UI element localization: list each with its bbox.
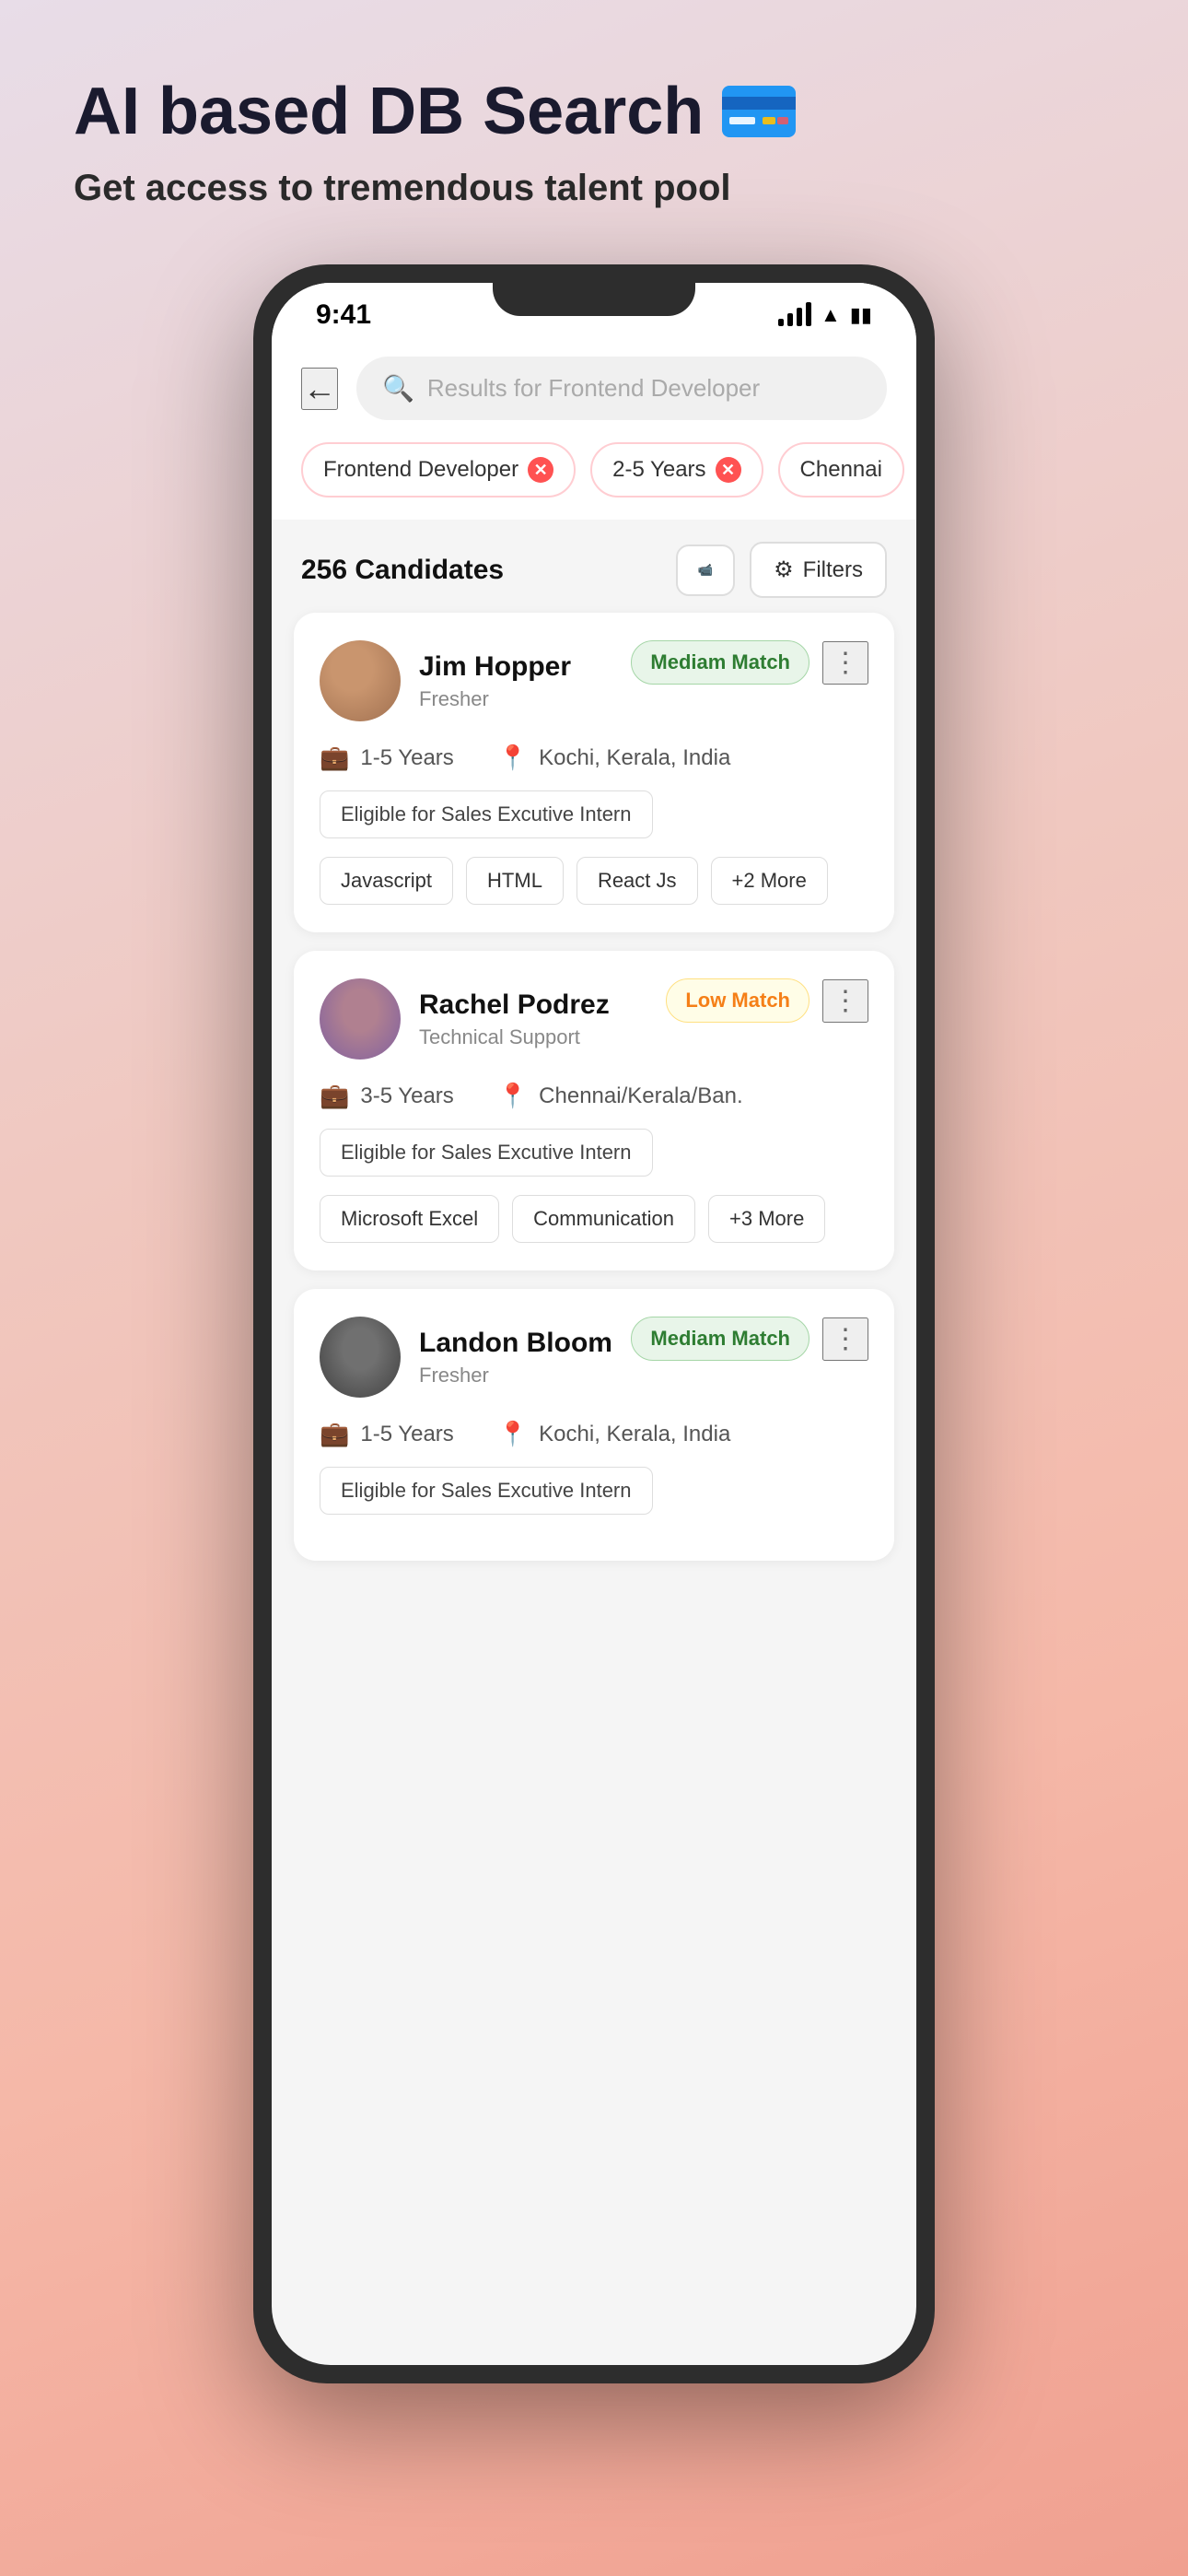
search-header: ← 🔍 Results for Frontend Developer bbox=[272, 338, 916, 442]
skills-row: Microsoft Excel Communication +3 More bbox=[320, 1195, 868, 1243]
location-text: Kochi, Kerala, India bbox=[539, 1422, 730, 1447]
avatar bbox=[320, 1317, 401, 1398]
briefcase-icon: 💼 bbox=[320, 1082, 349, 1110]
chip-close-icon[interactable]: ✕ bbox=[716, 457, 741, 483]
location-text: Chennai/Kerala/Ban. bbox=[539, 1083, 742, 1109]
experience-detail: 💼 1-5 Years bbox=[320, 744, 454, 772]
cards-container: Jim Hopper Fresher Mediam Match ⋮ 💼 1-5 … bbox=[272, 613, 916, 1598]
candidate-role: Fresher bbox=[419, 1364, 612, 1388]
wifi-icon: ▲ bbox=[821, 303, 841, 327]
card-header: Rachel Podrez Technical Support Low Matc… bbox=[320, 978, 868, 1060]
candidates-header: 256 Candidates 📹 ⚙ Filters bbox=[272, 520, 916, 613]
candidate-card[interactable]: Landon Bloom Fresher Mediam Match ⋮ 💼 1-… bbox=[294, 1289, 894, 1561]
candidate-details: Landon Bloom Fresher bbox=[419, 1327, 612, 1388]
match-badge: Low Match bbox=[666, 978, 809, 1023]
page-subtitle: Get access to tremendous talent pool bbox=[74, 168, 1114, 209]
card-right: Mediam Match ⋮ bbox=[631, 640, 868, 685]
candidate-name: Landon Bloom bbox=[419, 1327, 612, 1360]
experience-text: 1-5 Years bbox=[360, 1422, 453, 1447]
skill-tag: Microsoft Excel bbox=[320, 1195, 499, 1243]
candidate-role: Technical Support bbox=[419, 1025, 610, 1049]
video-icon: 📹 bbox=[698, 563, 714, 578]
experience-text: 3-5 Years bbox=[360, 1083, 453, 1109]
candidate-card[interactable]: Jim Hopper Fresher Mediam Match ⋮ 💼 1-5 … bbox=[294, 613, 894, 932]
avatar bbox=[320, 640, 401, 721]
chip-label: 2-5 Years bbox=[612, 457, 705, 483]
card-details: 💼 1-5 Years 📍 Kochi, Kerala, India bbox=[320, 744, 868, 772]
match-badge: Mediam Match bbox=[631, 1317, 809, 1361]
chip-frontend-developer[interactable]: Frontend Developer ✕ bbox=[301, 442, 576, 498]
candidate-details: Jim Hopper Fresher bbox=[419, 650, 571, 711]
status-icons: ▲ ▮▮ bbox=[778, 303, 872, 327]
title-text: AI based DB Search bbox=[74, 74, 704, 149]
candidate-name: Jim Hopper bbox=[419, 650, 571, 684]
eligible-tag: Eligible for Sales Excutive Intern bbox=[320, 1467, 653, 1515]
experience-detail: 💼 1-5 Years bbox=[320, 1420, 454, 1448]
page-title: AI based DB Search bbox=[74, 74, 1114, 149]
video-filter-button[interactable]: 📹 bbox=[676, 544, 735, 596]
status-time: 9:41 bbox=[316, 299, 371, 331]
location-detail: 📍 Kochi, Kerala, India bbox=[498, 1420, 731, 1448]
more-skills-tag[interactable]: +2 More bbox=[711, 857, 828, 905]
location-icon: 📍 bbox=[498, 744, 528, 772]
filter-chips: Frontend Developer ✕ 2-5 Years ✕ Chennai bbox=[272, 442, 916, 520]
candidate-info: Jim Hopper Fresher bbox=[320, 640, 571, 721]
skill-tag: Communication bbox=[512, 1195, 695, 1243]
search-bar[interactable]: 🔍 Results for Frontend Developer bbox=[356, 357, 887, 420]
more-options-button[interactable]: ⋮ bbox=[822, 979, 868, 1023]
more-options-button[interactable]: ⋮ bbox=[822, 641, 868, 685]
chip-location[interactable]: Chennai bbox=[778, 442, 904, 498]
filters-button[interactable]: ⚙ Filters bbox=[750, 542, 887, 598]
phone-screen: 9:41 ▲ ▮▮ ← 🔍 Results for Frontend Devel… bbox=[272, 283, 916, 2365]
credit-card-icon bbox=[722, 86, 796, 137]
candidate-details: Rachel Podrez Technical Support bbox=[419, 989, 610, 1049]
header-actions: 📹 ⚙ Filters bbox=[676, 542, 887, 598]
briefcase-icon: 💼 bbox=[320, 744, 349, 772]
phone-frame: 9:41 ▲ ▮▮ ← 🔍 Results for Frontend Devel… bbox=[253, 264, 935, 2383]
page-header: AI based DB Search Get access to tremend… bbox=[0, 74, 1188, 209]
back-button[interactable]: ← bbox=[301, 368, 338, 410]
candidate-info: Landon Bloom Fresher bbox=[320, 1317, 612, 1398]
phone-notch bbox=[493, 283, 695, 316]
search-input[interactable]: Results for Frontend Developer bbox=[427, 374, 760, 403]
card-right: Low Match ⋮ bbox=[666, 978, 868, 1023]
location-icon: 📍 bbox=[498, 1082, 528, 1110]
skill-tag: Javascript bbox=[320, 857, 453, 905]
more-skills-tag[interactable]: +3 More bbox=[708, 1195, 825, 1243]
chip-close-icon[interactable]: ✕ bbox=[528, 457, 553, 483]
candidate-name: Rachel Podrez bbox=[419, 989, 610, 1022]
card-header: Jim Hopper Fresher Mediam Match ⋮ bbox=[320, 640, 868, 721]
card-header: Landon Bloom Fresher Mediam Match ⋮ bbox=[320, 1317, 868, 1398]
skill-tag: HTML bbox=[466, 857, 564, 905]
skills-row: Javascript HTML React Js +2 More bbox=[320, 857, 868, 905]
more-options-button[interactable]: ⋮ bbox=[822, 1317, 868, 1361]
search-icon: 🔍 bbox=[382, 373, 414, 404]
battery-icon: ▮▮ bbox=[850, 303, 872, 327]
filter-label: Filters bbox=[803, 557, 863, 583]
card-details: 💼 3-5 Years 📍 Chennai/Kerala/Ban. bbox=[320, 1082, 868, 1110]
chip-label: Frontend Developer bbox=[323, 457, 518, 483]
card-right: Mediam Match ⋮ bbox=[631, 1317, 868, 1361]
candidates-count: 256 Candidates bbox=[301, 555, 504, 586]
candidate-role: Fresher bbox=[419, 687, 571, 711]
candidate-info: Rachel Podrez Technical Support bbox=[320, 978, 610, 1060]
match-badge: Mediam Match bbox=[631, 640, 809, 685]
location-detail: 📍 Chennai/Kerala/Ban. bbox=[498, 1082, 743, 1110]
chip-label: Chennai bbox=[800, 457, 882, 483]
location-icon: 📍 bbox=[498, 1420, 528, 1448]
briefcase-icon: 💼 bbox=[320, 1420, 349, 1448]
chip-experience[interactable]: 2-5 Years ✕ bbox=[590, 442, 763, 498]
card-details: 💼 1-5 Years 📍 Kochi, Kerala, India bbox=[320, 1420, 868, 1448]
eligible-tag: Eligible for Sales Excutive Intern bbox=[320, 1129, 653, 1177]
experience-detail: 💼 3-5 Years bbox=[320, 1082, 454, 1110]
skill-tag: React Js bbox=[577, 857, 698, 905]
filter-icon: ⚙ bbox=[774, 556, 794, 583]
experience-text: 1-5 Years bbox=[360, 745, 453, 771]
candidate-card[interactable]: Rachel Podrez Technical Support Low Matc… bbox=[294, 951, 894, 1270]
avatar bbox=[320, 978, 401, 1060]
eligible-tag: Eligible for Sales Excutive Intern bbox=[320, 790, 653, 838]
location-detail: 📍 Kochi, Kerala, India bbox=[498, 744, 731, 772]
signal-bars-icon bbox=[778, 304, 811, 326]
location-text: Kochi, Kerala, India bbox=[539, 745, 730, 771]
